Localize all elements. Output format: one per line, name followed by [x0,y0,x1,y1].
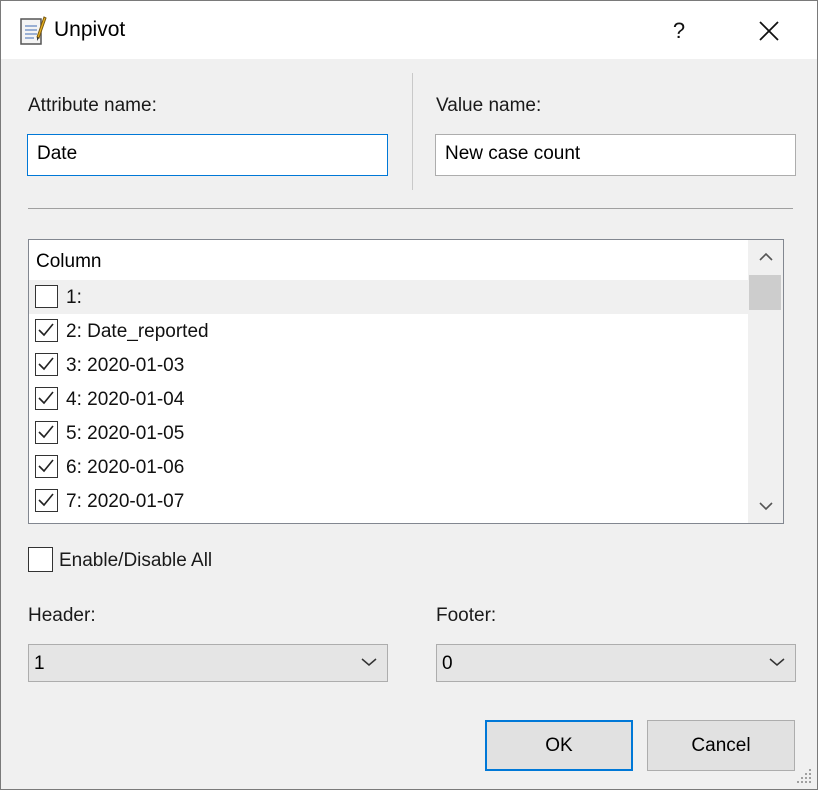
row-label: 5: 2020-01-05 [66,423,185,444]
row-label: 2: Date_reported [66,321,209,342]
row-checkbox[interactable] [35,421,58,444]
chevron-down-icon [758,502,773,511]
checkmark-icon [38,493,54,507]
chevron-down-icon [361,658,377,666]
close-button[interactable] [746,9,792,53]
checkmark-icon [38,425,54,439]
list-item[interactable]: 7: 2020-01-07 [29,484,748,518]
cancel-label: Cancel [691,734,751,756]
enable-disable-all-label: Enable/Disable All [59,550,213,571]
row-checkbox[interactable] [35,319,58,342]
row-checkbox[interactable] [35,387,58,410]
list-item[interactable]: 6: 2020-01-06 [29,450,748,484]
attribute-name-value: Date [37,143,78,164]
help-label: ? [672,18,686,43]
column-list[interactable]: Column 1: 2: Date_reported 3: 2020-01-03… [28,239,784,524]
enable-disable-all-checkbox[interactable] [28,547,53,572]
row-label: 3: 2020-01-03 [66,355,185,376]
row-label: 7: 2020-01-07 [66,491,185,512]
ok-label: OK [545,734,573,756]
row-checkbox[interactable] [35,523,58,524]
value-name-label: Value name: [436,95,542,116]
list-item[interactable]: 5: 2020-01-05 [29,416,748,450]
scroll-up-button[interactable] [748,240,783,274]
window-title: Unpivot [54,18,126,41]
checkmark-icon [38,391,54,405]
footer-select[interactable]: 0 [436,644,796,682]
row-label: 6: 2020-01-06 [66,457,185,478]
resize-grip-icon[interactable] [794,766,814,786]
chevron-down-icon [769,658,785,666]
scroll-down-button[interactable] [748,489,783,523]
list-item[interactable]: 4: 2020-01-04 [29,382,748,416]
close-icon [759,21,779,41]
row-label: 1: [66,287,82,308]
attribute-name-label: Attribute name: [28,95,157,116]
column-header: Column [36,251,102,272]
notepad-icon [20,16,47,45]
help-button[interactable]: ? [657,9,701,53]
checkmark-icon [38,357,54,371]
chevron-up-icon [758,252,773,261]
header-select[interactable]: 1 [28,644,388,682]
row-checkbox[interactable] [35,285,58,308]
value-name-value: New case count [445,143,581,164]
attribute-name-input[interactable]: Date [27,134,388,176]
vertical-divider [412,73,413,190]
unpivot-dialog: Unpivot ? Attribute name: Date Value nam… [0,0,818,790]
list-item[interactable]: 3: 2020-01-03 [29,348,748,382]
horizontal-divider [28,208,793,209]
checkmark-icon [38,323,54,337]
value-name-input[interactable]: New case count [435,134,796,176]
ok-button[interactable]: OK [485,720,633,771]
row-label: 4: 2020-01-04 [66,389,185,410]
list-item[interactable]: 2: Date_reported [29,314,748,348]
row-checkbox[interactable] [35,353,58,376]
title-bar: Unpivot ? [1,1,817,59]
header-label: Header: [28,605,96,626]
row-checkbox[interactable] [35,489,58,512]
header-value: 1 [34,653,45,674]
footer-label: Footer: [436,605,497,626]
checkmark-icon [38,459,54,473]
scroll-thumb[interactable] [749,275,781,310]
footer-value: 0 [442,653,453,674]
vertical-scrollbar[interactable] [748,240,783,523]
list-item[interactable]: 1: [29,280,748,314]
row-checkbox[interactable] [35,455,58,478]
list-item-partial[interactable] [29,518,748,524]
cancel-button[interactable]: Cancel [647,720,795,771]
